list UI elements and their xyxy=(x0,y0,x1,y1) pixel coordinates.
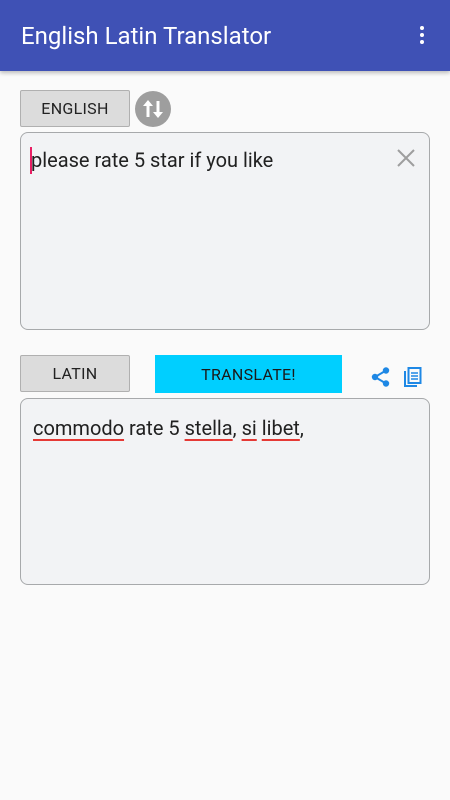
close-icon xyxy=(397,149,415,167)
source-language-button[interactable]: ENGLISH xyxy=(20,90,130,127)
more-vert-icon-dot xyxy=(420,33,424,37)
translation-segment: , xyxy=(299,416,304,440)
copy-button[interactable] xyxy=(403,366,423,388)
copy-icon xyxy=(404,367,422,387)
translation-text: commodo rate 5 stella, si libet, xyxy=(33,415,304,441)
source-text: please rate 5 star if you like xyxy=(31,148,274,172)
app-bar: English Latin Translator xyxy=(0,0,450,71)
misspelled-word: libet xyxy=(261,416,300,440)
target-language-button[interactable]: LATIN xyxy=(20,355,130,392)
translation-segment: rate 5 xyxy=(124,416,185,440)
share-icon xyxy=(371,367,390,387)
misspelled-word: stella xyxy=(184,416,233,440)
translate-button[interactable]: TRANSLATE! xyxy=(155,355,342,393)
misspelled-word: si xyxy=(241,416,257,440)
app-title: English Latin Translator xyxy=(21,22,272,50)
overflow-menu-button[interactable] xyxy=(408,19,436,51)
translation-output[interactable]: commodo rate 5 stella, si libet, xyxy=(20,398,430,585)
more-vert-icon xyxy=(420,26,424,30)
swap-vert-icon xyxy=(143,100,163,118)
more-vert-icon-dot xyxy=(420,40,424,44)
misspelled-word: commodo xyxy=(33,416,125,440)
swap-languages-button[interactable] xyxy=(135,91,171,127)
source-text-input[interactable]: please rate 5 star if you like xyxy=(20,132,430,330)
clear-button[interactable] xyxy=(395,147,417,169)
translation-segment: , xyxy=(232,416,242,440)
share-button[interactable] xyxy=(370,366,392,388)
